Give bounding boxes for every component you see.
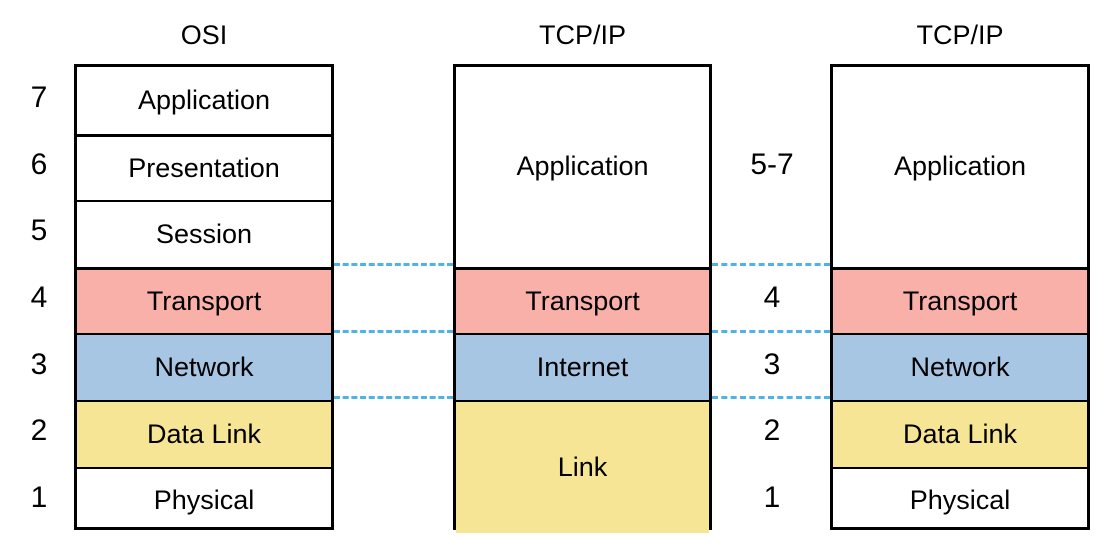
osi-layer-network: Network xyxy=(77,333,331,400)
osi-tcpip-comparison-diagram: OSI TCP/IP TCP/IP 7 6 5 4 3 2 1 Applicat… xyxy=(0,0,1114,553)
osi-layer-number-5: 5 xyxy=(30,214,48,247)
osi-stack: Application Presentation Session Transpo… xyxy=(74,64,334,530)
tcpip-right-layer-transport-label: Transport xyxy=(902,286,1018,317)
tcpip-right-layer-physical: Physical xyxy=(833,466,1087,533)
osi-layer-number-6: 6 xyxy=(30,148,48,181)
tcpip-right-layer-network-label: Network xyxy=(910,352,1010,383)
tcpip-right-layer-number-3: 3 xyxy=(763,348,781,381)
osi-layer-session: Session xyxy=(77,200,331,267)
osi-layer-application: Application xyxy=(77,67,331,134)
tcpip-right-layer-number-4: 4 xyxy=(763,281,781,314)
osi-layer-physical-label: Physical xyxy=(153,485,255,516)
tcpip-right-layer-number-1: 1 xyxy=(763,481,781,514)
osi-layer-data-link: Data Link xyxy=(77,400,331,467)
osi-layer-data-link-label: Data Link xyxy=(146,418,262,449)
osi-column-heading: OSI xyxy=(180,20,228,50)
tcpip-right-layer-network: Network xyxy=(833,333,1087,400)
tcpip-middle-layer-transport-label: Transport xyxy=(525,286,640,317)
osi-layer-network-label: Network xyxy=(154,352,254,383)
tcpip-middle-layer-link-label: Link xyxy=(557,452,608,482)
connector-transport-middle-to-right xyxy=(712,263,830,266)
connector-network-middle-to-right xyxy=(712,330,830,333)
osi-layer-presentation: Presentation xyxy=(77,133,331,201)
tcpip-middle-layer-application: Application xyxy=(456,67,709,267)
tcpip-right-layer-number-2: 2 xyxy=(763,414,781,447)
tcpip-middle-layer-internet: Internet xyxy=(456,333,709,400)
connector-datalink-osi-to-middle xyxy=(334,396,453,399)
osi-layer-number-3: 3 xyxy=(30,348,48,381)
tcpip-right-layer-data-link: Data Link xyxy=(833,400,1087,467)
osi-layer-physical: Physical xyxy=(77,466,331,533)
tcpip-right-layer-application: Application xyxy=(833,67,1087,267)
osi-layer-transport: Transport xyxy=(77,266,331,334)
osi-layer-number-2: 2 xyxy=(30,414,48,447)
osi-layer-number-7: 7 xyxy=(30,81,48,114)
tcpip-middle-stack: Application Transport Internet Link xyxy=(453,64,712,533)
osi-layer-number-4: 4 xyxy=(30,281,48,314)
tcpip-middle-column-heading: TCP/IP xyxy=(538,20,626,50)
tcpip-middle-layer-internet-label: Internet xyxy=(536,352,629,383)
tcpip-right-layer-data-link-label: Data Link xyxy=(902,418,1018,449)
tcpip-right-layer-number-5-7: 5-7 xyxy=(750,148,794,181)
connector-datalink-middle-to-right xyxy=(712,396,830,399)
connector-network-osi-to-middle xyxy=(334,330,453,333)
osi-layer-session-label: Session xyxy=(155,218,253,249)
connector-transport-osi-to-middle xyxy=(334,263,453,266)
tcpip-right-layer-transport: Transport xyxy=(833,266,1087,334)
tcpip-right-layer-application-label: Application xyxy=(893,151,1027,182)
tcpip-right-column-heading: TCP/IP xyxy=(916,20,1004,50)
osi-layer-application-label: Application xyxy=(137,84,271,115)
tcpip-right-layer-physical-label: Physical xyxy=(909,485,1011,516)
tcpip-right-stack: Application Transport Network Data Link … xyxy=(830,64,1090,530)
osi-layer-number-1: 1 xyxy=(30,481,48,514)
tcpip-middle-layer-application-label: Application xyxy=(516,151,649,182)
osi-layer-presentation-label: Presentation xyxy=(128,152,280,183)
tcpip-middle-layer-link: Link xyxy=(456,400,709,533)
tcpip-middle-layer-transport: Transport xyxy=(456,266,709,334)
osi-layer-transport-label: Transport xyxy=(146,286,262,317)
